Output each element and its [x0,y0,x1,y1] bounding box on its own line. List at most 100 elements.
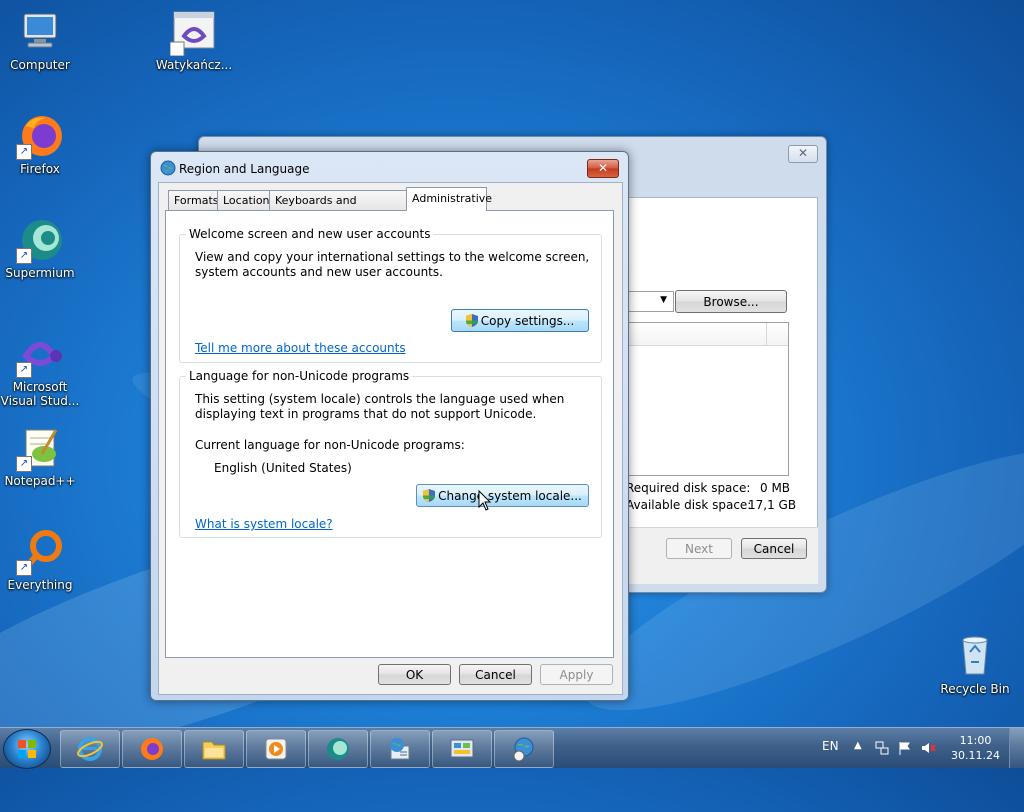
tab-keyboards-and-languages[interactable]: Keyboards and Languages [269,190,407,226]
shortcut-arrow-icon: ↗ [16,456,32,472]
component-list[interactable]: e [608,322,789,476]
welcome-description: View and copy your international setting… [195,250,590,279]
clock-date: 30.11.24 [951,749,1000,762]
non-unicode-group: Language for non-Unicode programs This s… [179,369,602,538]
close-icon: ✕ [597,161,609,175]
visual-studio-icon: ↗ [16,330,64,378]
desktop-icon-notepadpp[interactable]: ↗ Notepad++ [0,424,80,488]
non-unicode-description: This setting (system locale) controls th… [195,392,565,421]
system-tray: EN ▲ 11:00 30.11.24 [784,728,1024,768]
close-button[interactable]: ✕ [587,159,619,178]
notepadpp-icon: ↗ [16,424,64,472]
list-header: e [609,323,788,346]
show-hidden-icons-chevron-icon[interactable]: ▲ [854,740,862,751]
shortcut-arrow-icon: ↗ [16,144,32,160]
windows-logo-icon [18,740,36,758]
desktop-icon-label: Firefox [20,162,60,176]
cancel-button[interactable]: Cancel [459,664,532,685]
desktop-icon-label: Microsoft Visual Stud... [0,380,80,408]
available-disk-label: Available disk space: [626,498,752,512]
volume-muted-icon[interactable] [920,740,936,756]
globe-icon [160,160,176,176]
region-and-language-dialog[interactable]: Region and Language ✕ Formats Location K… [150,151,629,701]
desktop-icon-everything[interactable]: ↗ Everything [0,528,80,592]
clock[interactable]: 11:00 30.11.24 [951,733,1000,763]
action-center-flag-icon[interactable] [897,740,913,756]
supermium-icon: ↗ [16,216,64,264]
taskbar-media-player[interactable] [246,730,306,768]
desktop-icon-label: Watykańcz... [155,58,233,72]
media-player-icon [265,738,287,760]
copy-settings-label: Copy settings... [480,314,575,328]
desktop-icon-label: Recycle Bin [940,682,1010,696]
background-close-button[interactable]: ✕ [788,145,818,163]
firefox-icon: ↗ [16,112,64,160]
firefox-icon [141,738,163,760]
taskbar-region-and-language[interactable] [494,730,554,768]
column-divider [766,323,767,345]
tell-me-more-link[interactable]: Tell me more about these accounts [195,341,406,355]
dialog-title: Region and Language [179,162,310,176]
ok-button[interactable]: OK [378,664,451,685]
change-system-locale-button[interactable]: Change system locale... [416,484,589,507]
desktop-icon-visual-studio[interactable]: ↗ Microsoft Visual Stud... [0,330,80,408]
network-globe-icon [390,738,410,760]
tab-administrative[interactable]: Administrative [406,187,492,211]
desktop-icon-label: Supermium [5,266,75,280]
supermium-icon [327,738,349,760]
required-disk-value: 0 MB [760,481,791,495]
folder-icon [202,741,226,760]
desktop-icon-label: Notepad++ [4,474,76,488]
taskbar: EN ▲ 11:00 30.11.24 [0,727,1024,769]
clock-time: 11:00 [959,734,992,747]
available-disk-value: 17,1 GB [748,498,797,512]
tab-formats[interactable]: Formats [168,190,219,210]
show-desktop-button[interactable] [1009,728,1024,768]
change-locale-label: Change system locale... [438,489,582,503]
administrative-tab-panel: Welcome screen and new user accounts Vie… [165,210,614,658]
taskbar-network-settings[interactable] [370,730,430,768]
computer-icon [16,8,64,56]
mouse-cursor-icon [478,489,492,512]
welcome-screen-group: Welcome screen and new user accounts Vie… [179,227,602,363]
taskbar-file-explorer[interactable] [184,730,244,768]
wizard-cancel-button[interactable]: Cancel [741,538,807,559]
uac-shield-icon [423,487,436,502]
group-title: Language for non-Unicode programs [186,369,413,383]
uac-shield-icon [465,312,478,327]
shortcut-arrow-icon: ↗ [16,560,32,576]
desktop-icon-watykancz[interactable]: Watykańcz... [154,8,234,72]
required-disk-label: Required disk space: [626,481,751,495]
taskbar-internet-explorer[interactable] [60,730,120,768]
shortcut-arrow-icon: ↗ [16,362,32,378]
desktop-icon-recycle-bin[interactable]: Recycle Bin [935,632,1015,696]
apply-button[interactable]: Apply [540,664,613,685]
network-tray-icon[interactable] [874,740,890,756]
internet-explorer-icon [77,737,103,761]
chevron-down-icon: ▼ [660,295,667,305]
copy-settings-button[interactable]: Copy settings... [451,309,589,332]
desktop-icon-label: Computer [10,58,70,72]
everything-search-icon: ↗ [16,528,64,576]
taskbar-firefox[interactable] [122,730,182,768]
recycle-bin-icon [951,632,999,680]
taskbar-control-panel[interactable] [432,730,492,768]
group-title: Welcome screen and new user accounts [186,227,434,241]
control-panel-icon [450,739,474,758]
visual-studio-installer-icon [169,8,218,57]
desktop-icon-supermium[interactable]: ↗ Supermium [0,216,80,280]
start-button[interactable] [3,729,51,769]
language-indicator[interactable]: EN [822,739,839,753]
desktop-icon-label: Everything [7,578,73,592]
desktop-icon-computer[interactable]: Computer [0,8,80,72]
current-language-value: English (United States) [214,461,352,475]
current-language-label: Current language for non-Unicode program… [195,438,465,452]
next-button[interactable]: Next [666,538,732,559]
dialog-client-area: Formats Location Keyboards and Languages… [158,182,623,695]
tab-location[interactable]: Location [217,190,270,210]
what-is-system-locale-link[interactable]: What is system locale? [195,517,333,531]
shortcut-arrow-icon: ↗ [16,248,32,264]
taskbar-supermium[interactable] [308,730,368,768]
desktop-icon-firefox[interactable]: ↗ Firefox [0,112,80,176]
browse-button[interactable]: Browse... [675,290,787,313]
